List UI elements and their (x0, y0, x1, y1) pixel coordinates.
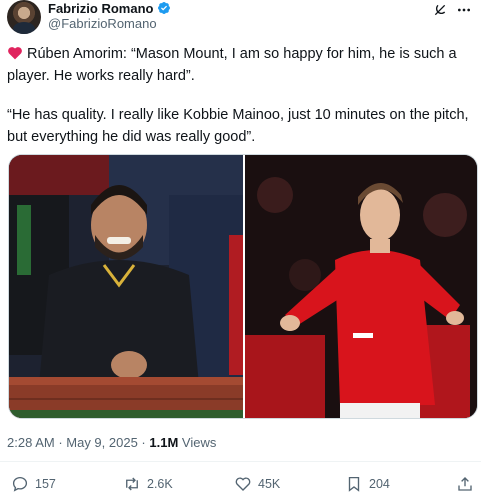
like-count: 45K (258, 477, 281, 491)
repost-button[interactable]: 2.6K (123, 473, 173, 495)
meta-separator-1: · (54, 435, 67, 450)
views-count[interactable]: 1.1M (149, 435, 178, 450)
author-name[interactable]: Fabrizio Romano (48, 1, 153, 16)
tweet-text-paragraph-1: Rúben Amorim: “Mason Mount, I am so happ… (7, 43, 477, 87)
tweet-date[interactable]: May 9, 2025 (66, 435, 138, 450)
photo-amorim-illustration (9, 155, 243, 418)
tweet-time[interactable]: 2:28 AM (7, 435, 55, 450)
views-label: Views (178, 435, 217, 450)
photo-mount[interactable] (245, 155, 477, 418)
bookmark-count: 204 (369, 477, 390, 491)
bookmark-icon (348, 476, 360, 492)
share-button[interactable] (456, 473, 474, 495)
share-icon (458, 477, 472, 491)
more-options-icon[interactable] (455, 2, 473, 18)
grok-icon[interactable] (432, 2, 448, 18)
tweet-action-bar: 157 2.6K 45K 204 (0, 473, 481, 497)
like-button[interactable]: 45K (234, 473, 280, 495)
photo-mount-illustration (245, 155, 477, 418)
bookmark-button[interactable]: 204 (345, 473, 390, 495)
tweet-text-paragraph-2: “He has quality. I really like Kobbie Ma… (7, 107, 469, 145)
author-name-row[interactable]: Fabrizio Romano (48, 0, 171, 16)
tweet-media-grid (8, 154, 478, 419)
repost-count: 2.6K (147, 477, 173, 491)
tweet-metadata: 2:28 AM · May 9, 2025 · 1.1M Views (7, 435, 216, 450)
heart-icon (235, 477, 251, 491)
reply-button[interactable]: 157 (11, 473, 56, 495)
tweet-header: Fabrizio Romano @FabrizioRomano (7, 0, 481, 34)
repost-icon (126, 477, 138, 491)
photo-amorim[interactable] (9, 155, 243, 418)
author-avatar[interactable] (7, 0, 41, 34)
verified-badge-icon (158, 2, 171, 14)
tweet-text-line-1: Rúben Amorim: “Mason Mount, I am so happ… (7, 46, 457, 84)
author-handle[interactable]: @FabrizioRomano (48, 16, 157, 31)
reply-count: 157 (35, 477, 56, 491)
actions-divider (0, 461, 481, 462)
meta-separator-2: · (137, 435, 150, 450)
reply-icon (12, 476, 28, 492)
red-heart-emoji (8, 47, 22, 60)
